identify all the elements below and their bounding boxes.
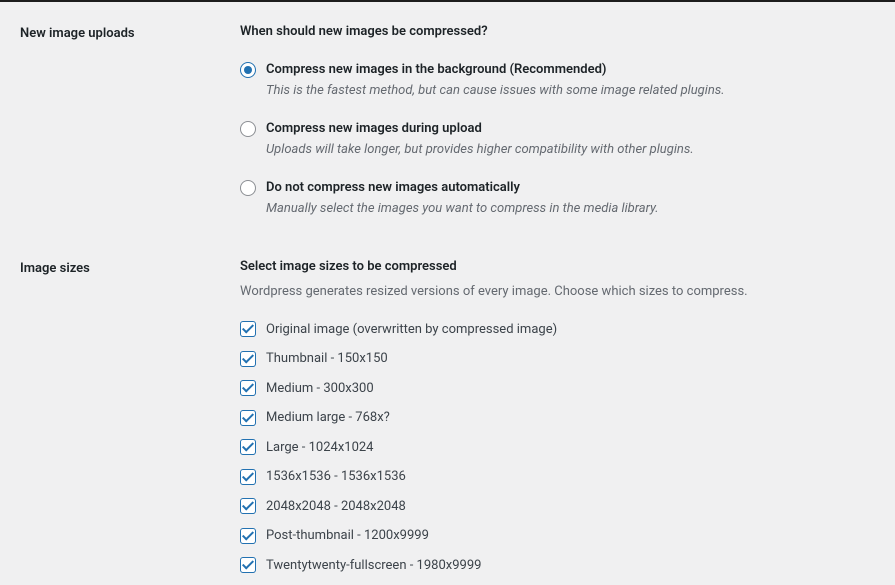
checkbox-item-original: Original image (overwritten by compresse…: [240, 320, 895, 340]
radio-label[interactable]: Compress new images during upload: [266, 119, 694, 139]
checkbox-input-large[interactable]: [240, 439, 256, 455]
checkbox-input-medium[interactable]: [240, 380, 256, 396]
checkbox-label[interactable]: Post-thumbnail - 1200x9999: [266, 526, 429, 546]
radio-option-upload: Compress new images during upload Upload…: [240, 119, 895, 160]
radio-description: Manually select the images you want to c…: [266, 199, 659, 219]
radio-option-background: Compress new images in the background (R…: [240, 60, 895, 101]
checkbox-input-thumbnail[interactable]: [240, 351, 256, 367]
sizes-title: Select image sizes to be compressed: [240, 257, 895, 277]
sizes-section: Image sizes Select image sizes to be com…: [0, 237, 895, 585]
checkbox-label[interactable]: Medium - 300x300: [266, 379, 374, 399]
checkbox-label[interactable]: 1536x1536 - 1536x1536: [266, 467, 406, 487]
uploads-radio-group: Compress new images in the background (R…: [240, 60, 895, 219]
radio-description: This is the fastest method, but can caus…: [266, 81, 725, 101]
sizes-description: Wordpress generates resized versions of …: [240, 282, 895, 302]
radio-option-none: Do not compress new images automatically…: [240, 178, 895, 219]
checkbox-input-medium-large[interactable]: [240, 410, 256, 426]
checkbox-label[interactable]: Original image (overwritten by compresse…: [266, 320, 557, 340]
checkbox-input-1536[interactable]: [240, 469, 256, 485]
sizes-section-label: Image sizes: [20, 257, 240, 585]
checkbox-item-medium-large: Medium large - 768x?: [240, 408, 895, 428]
uploads-section: New image uploads When should new images…: [0, 2, 895, 237]
radio-description: Uploads will take longer, but provides h…: [266, 140, 694, 160]
radio-label[interactable]: Compress new images in the background (R…: [266, 60, 725, 80]
radio-label[interactable]: Do not compress new images automatically: [266, 178, 659, 198]
checkbox-item-medium: Medium - 300x300: [240, 379, 895, 399]
checkbox-item-large: Large - 1024x1024: [240, 438, 895, 458]
checkbox-item-post-thumbnail: Post-thumbnail - 1200x9999: [240, 526, 895, 546]
uploads-title: When should new images be compressed?: [240, 22, 895, 42]
checkbox-label[interactable]: Thumbnail - 150x150: [266, 349, 388, 369]
checkbox-item-twentytwenty-fullscreen: Twentytwenty-fullscreen - 1980x9999: [240, 556, 895, 576]
uploads-section-label: New image uploads: [20, 22, 240, 237]
radio-input-background[interactable]: [240, 62, 256, 78]
radio-text-wrap: Compress new images in the background (R…: [266, 60, 725, 101]
checkbox-label[interactable]: Large - 1024x1024: [266, 438, 374, 458]
radio-text-wrap: Do not compress new images automatically…: [266, 178, 659, 219]
checkbox-input-twentytwenty-fullscreen[interactable]: [240, 557, 256, 573]
checkbox-label[interactable]: Medium large - 768x?: [266, 408, 390, 428]
checkbox-input-2048[interactable]: [240, 498, 256, 514]
checkbox-input-post-thumbnail[interactable]: [240, 528, 256, 544]
radio-input-upload[interactable]: [240, 121, 256, 137]
sizes-section-content: Select image sizes to be compressed Word…: [240, 257, 895, 585]
checkbox-item-thumbnail: Thumbnail - 150x150: [240, 349, 895, 369]
checkbox-item-2048: 2048x2048 - 2048x2048: [240, 497, 895, 517]
checkbox-input-original[interactable]: [240, 321, 256, 337]
sizes-checkbox-group: Original image (overwritten by compresse…: [240, 320, 895, 576]
radio-text-wrap: Compress new images during upload Upload…: [266, 119, 694, 160]
uploads-section-content: When should new images be compressed? Co…: [240, 22, 895, 237]
checkbox-item-1536: 1536x1536 - 1536x1536: [240, 467, 895, 487]
checkbox-label[interactable]: Twentytwenty-fullscreen - 1980x9999: [266, 556, 481, 576]
checkbox-label[interactable]: 2048x2048 - 2048x2048: [266, 497, 406, 517]
radio-input-none[interactable]: [240, 180, 256, 196]
